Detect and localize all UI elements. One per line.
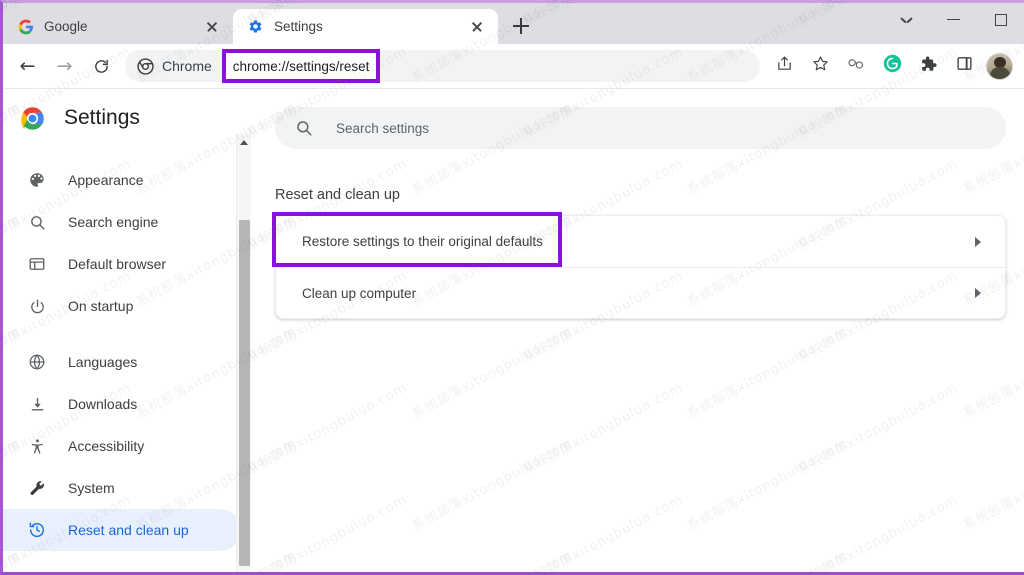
- sidebar-divider-gap: [3, 327, 251, 341]
- forward-button[interactable]: →: [48, 50, 81, 83]
- search-row: Search settings: [251, 89, 1024, 149]
- window-controls: [883, 3, 1024, 44]
- close-icon[interactable]: [466, 16, 488, 38]
- sidebar-item-label: On startup: [68, 298, 134, 314]
- grammarly-icon: [883, 54, 902, 78]
- sidebar-item-search-engine[interactable]: Search engine: [3, 201, 241, 243]
- sidebar-item-reset-and-clean-up[interactable]: Reset and clean up: [3, 509, 241, 551]
- sidebar-item-appearance[interactable]: Appearance: [3, 159, 241, 201]
- search-settings-box[interactable]: Search settings: [275, 107, 1006, 149]
- row-clean-up-computer[interactable]: Clean up computer: [276, 267, 1005, 318]
- new-tab-button[interactable]: [506, 11, 536, 41]
- sidebar-item-accessibility[interactable]: Accessibility: [3, 425, 241, 467]
- triangle-up-icon: [240, 139, 248, 145]
- address-bar[interactable]: Chrome chrome://settings/reset: [125, 49, 760, 83]
- tab-strip: Google Settings: [3, 3, 1024, 44]
- sidebar-item-languages[interactable]: Languages: [3, 341, 241, 383]
- browser-toolbar: ← → Chrome chrome://settings/reset: [3, 44, 1024, 89]
- chevron-right-icon: [975, 288, 981, 298]
- search-icon: [27, 212, 47, 232]
- minimize-icon: [947, 18, 960, 21]
- avatar[interactable]: [986, 52, 1013, 80]
- reload-button[interactable]: [85, 50, 118, 83]
- sidebar-item-label: Appearance: [68, 172, 144, 188]
- url-text[interactable]: chrome://settings/reset: [221, 49, 381, 83]
- tab-title: Settings: [274, 19, 323, 34]
- share-icon: [776, 55, 793, 77]
- sidebar-item-label: System: [68, 480, 115, 496]
- chevron-right-icon: [975, 236, 981, 247]
- search-input[interactable]: Search settings: [336, 121, 429, 136]
- sidebar-item-label: Search engine: [68, 214, 159, 230]
- download-icon: [27, 394, 47, 414]
- sidebar-item-label: Downloads: [68, 396, 138, 412]
- grammarly-button[interactable]: [877, 51, 907, 81]
- tab-settings[interactable]: Settings: [233, 9, 498, 44]
- scroll-up-button[interactable]: [237, 134, 251, 150]
- toolbar-icons: [766, 51, 1018, 81]
- tab-title: Google: [44, 19, 88, 34]
- chrome-chip: Chrome: [125, 57, 212, 75]
- reload-icon: [93, 58, 110, 75]
- arrow-left-icon: ←: [19, 54, 36, 77]
- close-icon[interactable]: [201, 16, 223, 38]
- row-label: Restore settings to their original defau…: [302, 234, 543, 249]
- settings-page: Settings Appearance Search engine Defaul…: [3, 89, 1024, 572]
- tab-google[interactable]: Google: [3, 9, 233, 44]
- sidebar-item-label: Accessibility: [68, 438, 145, 454]
- chevron-down-icon: [901, 17, 912, 23]
- sidebar-item-on-startup[interactable]: On startup: [3, 285, 241, 327]
- maximize-button[interactable]: [977, 3, 1024, 36]
- sidebar-item-system[interactable]: System: [3, 467, 241, 509]
- power-icon: [27, 296, 47, 316]
- scrollbar-thumb[interactable]: [239, 220, 250, 566]
- settings-sidebar: Settings Appearance Search engine Defaul…: [3, 89, 251, 572]
- puzzle-piece-icon: [919, 55, 937, 78]
- extension-link-icon: [847, 56, 866, 76]
- sidebar-scrollbar[interactable]: [236, 134, 251, 572]
- gear-icon: [247, 18, 264, 35]
- bookmark-button[interactable]: [805, 51, 835, 81]
- maximize-icon: [994, 13, 1007, 26]
- side-panel-icon: [956, 55, 973, 77]
- wrench-icon: [27, 478, 47, 498]
- sidebar-item-label: Reset and clean up: [68, 522, 189, 538]
- extension-link-button[interactable]: [841, 51, 871, 81]
- browser-window-icon: [27, 254, 47, 274]
- settings-brand: Settings: [3, 89, 251, 147]
- side-panel-button[interactable]: [949, 51, 979, 81]
- page-title: Settings: [64, 106, 140, 129]
- search-icon: [295, 119, 314, 138]
- extensions-button[interactable]: [913, 51, 943, 81]
- palette-icon: [27, 170, 47, 190]
- chrome-chip-label: Chrome: [162, 58, 212, 74]
- history-restore-icon: [27, 520, 47, 540]
- row-restore-settings[interactable]: Restore settings to their original defau…: [272, 212, 1005, 267]
- accessibility-icon: [27, 436, 47, 456]
- row-label: Clean up computer: [302, 285, 417, 301]
- sidebar-item-downloads[interactable]: Downloads: [3, 383, 241, 425]
- sidebar-nav: Appearance Search engine Default browser…: [3, 147, 251, 551]
- section-title: Reset and clean up: [275, 187, 400, 203]
- back-button[interactable]: ←: [11, 50, 44, 83]
- reset-options-card: Restore settings to their original defau…: [272, 212, 1006, 319]
- chrome-icon: [137, 57, 154, 75]
- chrome-logo-icon: [19, 105, 46, 132]
- bookmark-star-icon: [812, 55, 829, 77]
- tab-search-button[interactable]: [883, 3, 930, 36]
- google-g-icon: [17, 18, 34, 35]
- minimize-button[interactable]: [930, 3, 977, 36]
- settings-main: Search settings Reset and clean up Resto…: [251, 89, 1024, 572]
- browser-window: Google Settings ← → Chrome chrome://sett…: [0, 0, 1024, 575]
- globe-icon: [27, 352, 47, 372]
- arrow-right-icon: →: [56, 54, 73, 77]
- share-button[interactable]: [769, 51, 799, 81]
- sidebar-item-default-browser[interactable]: Default browser: [3, 243, 241, 285]
- sidebar-item-label: Default browser: [68, 256, 167, 272]
- sidebar-item-label: Languages: [68, 354, 138, 370]
